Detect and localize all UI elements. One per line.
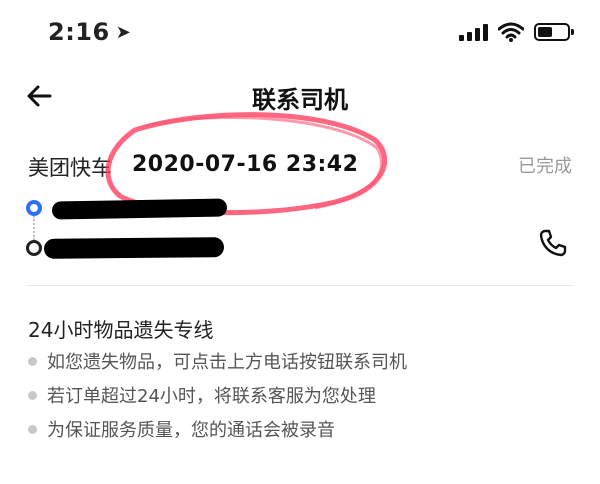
list-item: 若订单超过24小时，将联系客服为您处理 <box>28 382 376 408</box>
lost-items-title: 24小时物品遗失专线 <box>28 318 214 342</box>
cellular-signal-icon <box>459 23 488 41</box>
route-line <box>33 216 37 240</box>
battery-icon <box>534 23 574 41</box>
location-arrow-icon: ➤ <box>115 22 132 43</box>
note-text: 为保证服务质量，您的通话会被录音 <box>47 420 335 441</box>
note-text: 若订单超过24小时，将联系客服为您处理 <box>47 386 376 407</box>
status-time-text: 2:16 <box>48 18 110 46</box>
list-item: 如您遗失物品，可点击上方电话按钮联系司机 <box>28 348 407 374</box>
redacted-start-address <box>51 198 228 220</box>
status-time: 2:16 ➤ <box>48 18 131 46</box>
status-icons <box>459 20 574 44</box>
list-item: 为保证服务质量，您的通话会被录音 <box>28 416 335 442</box>
end-point-icon <box>26 240 42 256</box>
bullet-icon <box>28 424 37 434</box>
order-status: 已完成 <box>518 156 572 177</box>
divider <box>26 285 574 286</box>
wifi-icon <box>498 22 524 42</box>
bullet-icon <box>28 356 37 366</box>
redacted-end-address <box>43 237 225 259</box>
note-text: 如您遗失物品，可点击上方电话按钮联系司机 <box>47 352 407 373</box>
bullet-icon <box>28 390 37 400</box>
start-point-icon <box>26 200 42 216</box>
phone-icon[interactable] <box>538 228 568 258</box>
